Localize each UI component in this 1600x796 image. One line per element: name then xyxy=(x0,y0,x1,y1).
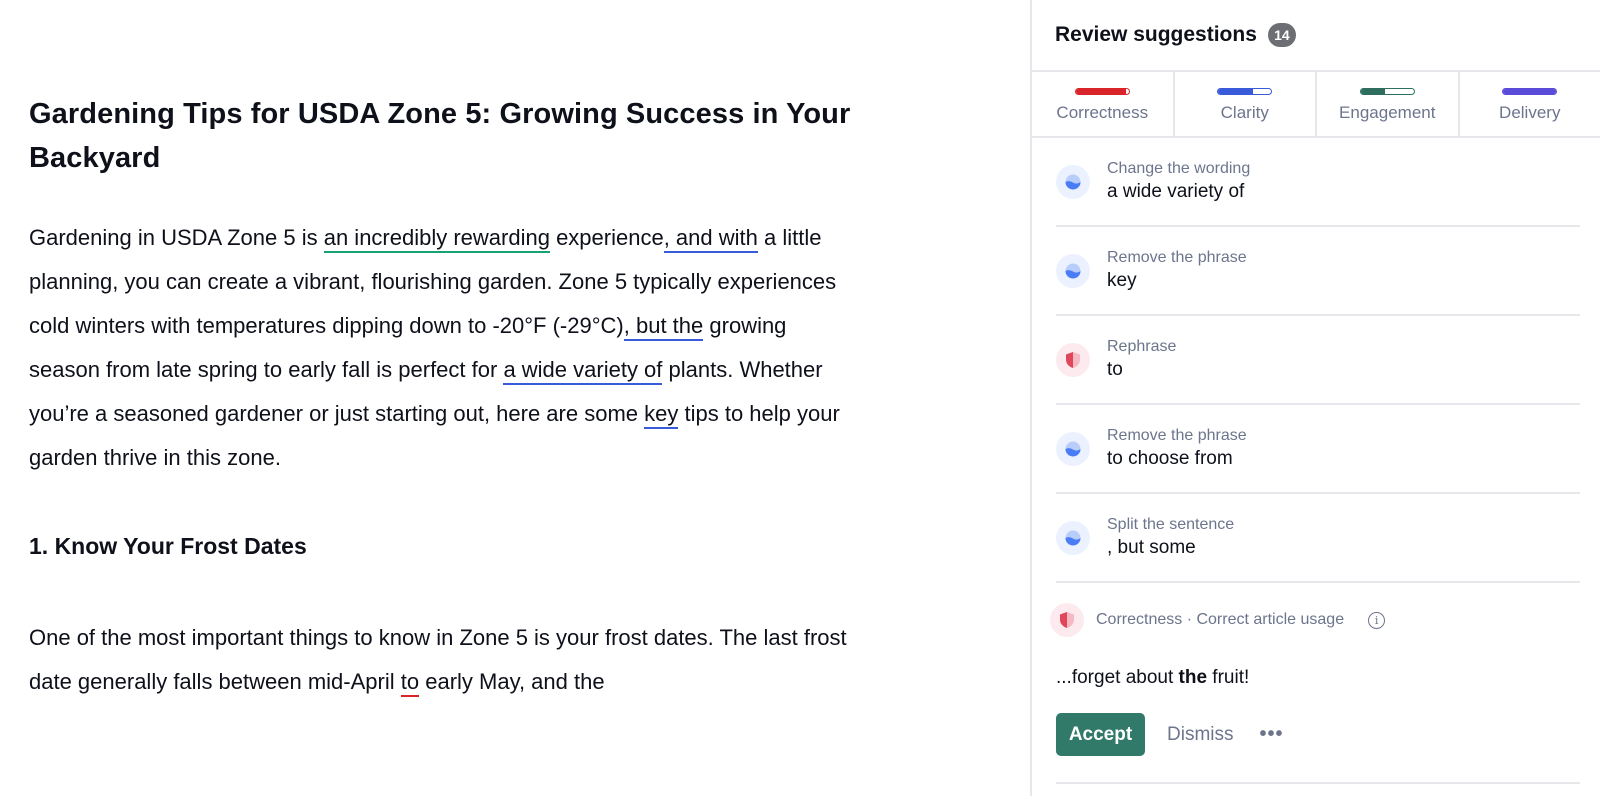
progress-fill xyxy=(1360,89,1385,94)
highlight-clarity[interactable]: a wide variety of xyxy=(503,357,663,385)
clarity-icon xyxy=(1056,520,1090,555)
progress-fill xyxy=(1075,89,1127,94)
document-editor[interactable]: Gardening Tips for USDA Zone 5: Growing … xyxy=(0,0,1030,796)
suggestion-preview: ...forget about the fruit! xyxy=(1056,667,1580,689)
more-options-icon[interactable]: ••• xyxy=(1260,723,1284,746)
clarity-icon xyxy=(1056,253,1090,288)
document-title: Gardening Tips for USDA Zone 5: Growing … xyxy=(29,98,851,174)
tab-label: Delivery xyxy=(1499,103,1561,122)
suggestion-count-badge: 14 xyxy=(1267,23,1296,47)
suggestion-value: to xyxy=(1107,358,1123,380)
progress-bar-engagement xyxy=(1359,88,1415,95)
category-tabs: Correctness Clarity Engagement Delivery xyxy=(1032,72,1600,138)
tab-label: Clarity xyxy=(1220,103,1269,122)
tab-delivery[interactable]: Delivery xyxy=(1460,72,1600,136)
sidebar-title: Review suggestions xyxy=(1055,23,1257,46)
clarity-icon xyxy=(1056,431,1090,466)
suggestion-actions: Accept Dismiss ••• xyxy=(1056,713,1580,784)
text: Gardening in USDA Zone 5 is xyxy=(29,225,324,250)
tab-correctness[interactable]: Correctness xyxy=(1032,72,1175,136)
sidebar-header: Review suggestions 14 xyxy=(1032,0,1600,72)
expanded-suggestion: Correctness · Correct article usage i ..… xyxy=(1050,583,1580,784)
suggestion-card[interactable]: Remove the phrase to choose from xyxy=(1056,405,1580,494)
highlight-clarity[interactable]: key xyxy=(644,401,679,429)
highlight-clarity[interactable]: , and with xyxy=(663,225,758,253)
highlight-correctness[interactable]: to xyxy=(400,669,420,697)
section-heading: 1. Know Your Frost Dates xyxy=(29,533,307,559)
tab-label: Engagement xyxy=(1339,103,1436,122)
section-paragraph: One of the most important things to know… xyxy=(29,616,859,704)
suggestion-card[interactable]: Split the sentence , but some xyxy=(1056,494,1580,583)
suggestion-category-label: Correctness · Correct article usage xyxy=(1096,611,1345,628)
suggestion-value: , but some xyxy=(1107,536,1196,558)
clarity-icon xyxy=(1056,164,1090,199)
suggestion-kind: Change the wording xyxy=(1107,159,1251,177)
accept-button[interactable]: Accept xyxy=(1056,713,1145,756)
tab-clarity[interactable]: Clarity xyxy=(1175,72,1317,136)
suggestion-value: to choose from xyxy=(1107,447,1233,469)
suggestion-card[interactable]: Remove the phrase key xyxy=(1056,227,1580,316)
suggestion-card[interactable]: Change the wording a wide variety of xyxy=(1056,138,1580,227)
expanded-suggestion-header: Correctness · Correct article usage i xyxy=(1050,603,1580,637)
progress-fill xyxy=(1503,89,1557,94)
preview-text: fruit! xyxy=(1207,667,1250,688)
suggestion-card[interactable]: Rephrase to xyxy=(1056,316,1580,405)
document-body[interactable]: Gardening Tips for USDA Zone 5: Growing … xyxy=(29,92,859,704)
suggestion-value: a wide variety of xyxy=(1107,180,1245,202)
suggestion-kind: Split the sentence xyxy=(1107,515,1235,533)
preview-highlight: the xyxy=(1178,667,1208,688)
info-icon[interactable]: i xyxy=(1368,611,1386,629)
intro-paragraph: Gardening in USDA Zone 5 is an incredibl… xyxy=(29,216,859,480)
preview-text: ...forget about xyxy=(1056,667,1179,688)
suggestion-kind: Remove the phrase xyxy=(1107,248,1247,266)
dismiss-button[interactable]: Dismiss xyxy=(1167,724,1234,746)
progress-bar-delivery xyxy=(1502,88,1558,95)
progress-bar-correctness xyxy=(1074,88,1130,95)
suggestion-value: key xyxy=(1107,269,1137,291)
text: experience xyxy=(549,225,664,250)
progress-bar-clarity xyxy=(1217,88,1273,95)
text: early May, and the xyxy=(419,669,605,694)
correctness-shield-icon xyxy=(1056,342,1090,377)
tab-engagement[interactable]: Engagement xyxy=(1317,72,1460,136)
suggestions-sidebar: Review suggestions 14 Correctness Clarit… xyxy=(1030,0,1600,796)
tab-label: Correctness xyxy=(1056,103,1149,122)
suggestion-list: Change the wording a wide variety of Remo… xyxy=(1032,138,1600,784)
suggestion-kind: Remove the phrase xyxy=(1107,426,1247,444)
correctness-shield-icon xyxy=(1050,603,1084,637)
highlight-clarity[interactable]: , but the xyxy=(623,313,704,341)
highlight-engagement[interactable]: an incredibly rewarding xyxy=(323,225,550,253)
suggestion-kind: Rephrase xyxy=(1107,337,1177,355)
progress-fill xyxy=(1218,89,1253,94)
